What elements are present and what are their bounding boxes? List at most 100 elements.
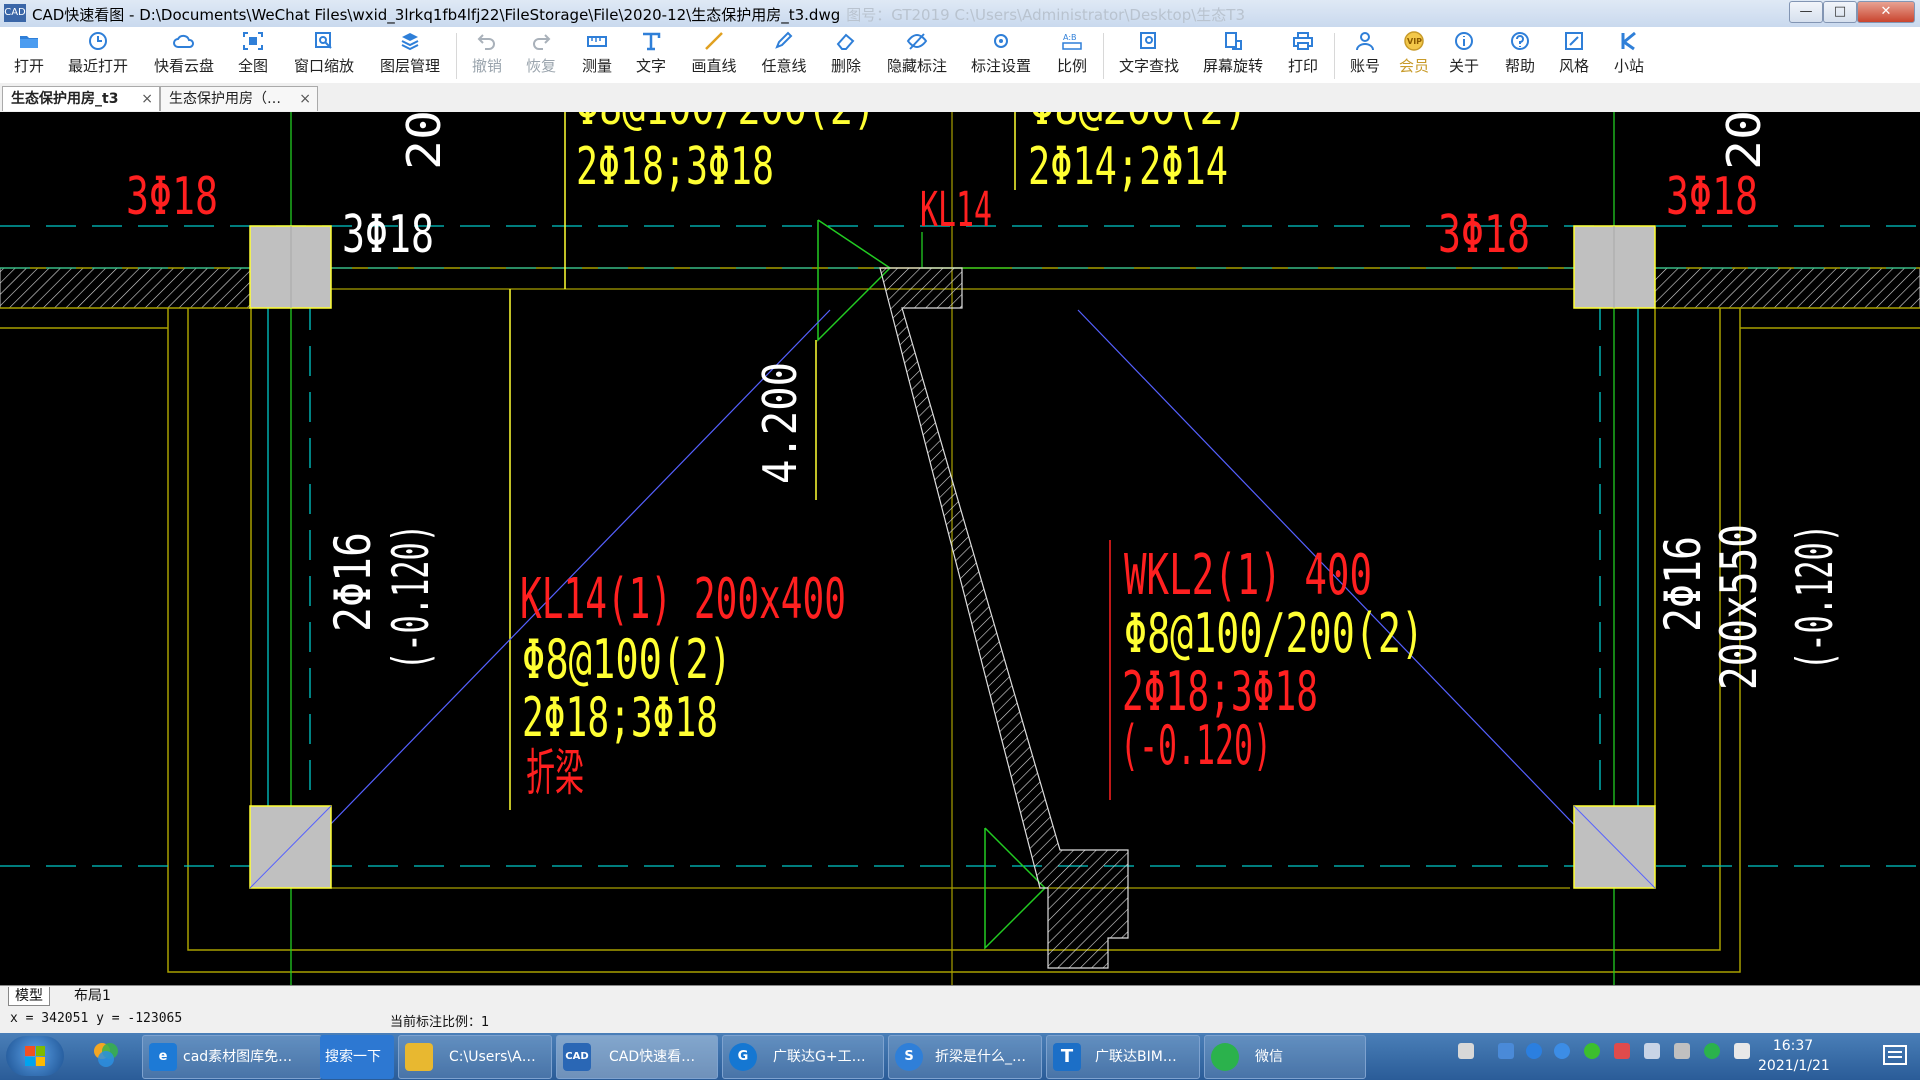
style-icon xyxy=(1565,32,1583,50)
annotation-kl14-name: KL14(1) 200x400 xyxy=(520,567,846,632)
help-icon xyxy=(1511,32,1529,50)
vip-icon: VIP xyxy=(1404,31,1424,51)
hatched-wall xyxy=(0,267,251,309)
tray-app-icon[interactable] xyxy=(1498,1043,1514,1059)
system-clock[interactable]: 16:37 2021/1/21 xyxy=(1758,1036,1830,1076)
window-title-faded: 图号：GT2019 C:\Users\Administrator\Desktop… xyxy=(846,6,1246,24)
doc-tab-label: 生态保护用房（… xyxy=(169,91,281,107)
notification-icon[interactable] xyxy=(1734,1043,1750,1059)
taskbar-glodon-button[interactable]: G 广联达G+工… xyxy=(722,1035,884,1079)
toolbar-find-text-button[interactable]: 文字查找 xyxy=(1117,31,1181,76)
svg-text:A:B: A:B xyxy=(1063,33,1077,42)
toolbar-help-button[interactable]: 帮助 xyxy=(1503,31,1537,76)
toolbar-print-button[interactable]: 打印 xyxy=(1286,31,1320,76)
annotation-top-left-dim: 200 xyxy=(397,112,451,170)
toolbar-recent-button[interactable]: 最近打开 xyxy=(66,31,130,76)
toolbar-undo-button[interactable]: 撤销 xyxy=(470,31,504,76)
undo-icon xyxy=(477,34,495,50)
toolbar-delete-button[interactable]: 删除 xyxy=(829,31,863,76)
toolbar-hide-dim-button[interactable]: 隐藏标注 xyxy=(885,31,949,76)
toolbar-label: 小站 xyxy=(1613,57,1644,75)
toolbar-site-button[interactable]: 小站 xyxy=(1612,31,1646,76)
taskbar-browser-button[interactable]: S 折梁是什么_… xyxy=(888,1035,1042,1079)
toolbar-label: 窗口缩放 xyxy=(293,57,354,75)
taskbar-button-label: 微信 xyxy=(1255,1049,1283,1065)
annotation-top-left-red: 3Φ18 xyxy=(126,167,218,227)
toolbar-label: 标注设置 xyxy=(970,57,1031,75)
minimize-button[interactable]: — xyxy=(1789,1,1823,23)
toolbar-line-button[interactable]: 画直线 xyxy=(689,31,739,76)
layers-icon xyxy=(401,33,419,51)
clock-time: 16:37 xyxy=(1772,1038,1814,1054)
toolbar-about-button[interactable]: 关于 xyxy=(1447,31,1481,76)
layout-tab-layout1[interactable]: 布局1 xyxy=(68,987,117,1005)
toolbar-text-button[interactable]: 文字 xyxy=(634,31,668,76)
close-button[interactable]: ✕ xyxy=(1857,1,1915,23)
annotation-left-bars: 2Φ16 xyxy=(324,532,382,632)
toolbar-measure-button[interactable]: 测量 xyxy=(580,31,614,76)
toolbar-scale-button[interactable]: A:B 比例 xyxy=(1055,31,1089,76)
toolbar-vip-button[interactable]: VIP 会员 xyxy=(1397,31,1431,76)
taskbar-button-label: 折梁是什么_… xyxy=(935,1049,1026,1065)
maximize-button[interactable]: □ xyxy=(1823,1,1857,23)
toolbar-label: 风格 xyxy=(1558,57,1589,75)
toolbar-account-button[interactable]: 账号 xyxy=(1348,31,1382,76)
toolbar-label: 撤销 xyxy=(471,57,502,75)
doc-tab-label: 生态保护用房_t3 xyxy=(11,91,119,107)
redo-icon xyxy=(533,34,551,50)
toolbar-label: 快看云盘 xyxy=(153,57,214,75)
keyboard-icon[interactable] xyxy=(1458,1043,1474,1059)
doc-tab-active[interactable]: 生态保护用房_t3 × xyxy=(2,86,160,111)
toolbar-zoom-window-button[interactable]: 窗口缩放 xyxy=(292,31,356,76)
toolbar-label: 账号 xyxy=(1349,57,1380,75)
toolbar-label: 屏幕旋转 xyxy=(1202,57,1263,75)
toolbar-cloud-button[interactable]: 快看云盘 xyxy=(152,31,216,76)
network-icon[interactable] xyxy=(1644,1043,1660,1059)
taskbar-explorer-button[interactable]: C:\Users\A… xyxy=(398,1035,552,1079)
clock-date: 2021/1/21 xyxy=(1758,1058,1830,1074)
tab-close-icon[interactable]: × xyxy=(299,87,311,111)
toolbar-fit-button[interactable]: 全图 xyxy=(236,31,270,76)
ruler-icon xyxy=(587,36,607,47)
doc-tab[interactable]: 生态保护用房（… × xyxy=(160,86,318,111)
taskbar-cad-button[interactable]: CAD CAD快速看… xyxy=(556,1035,718,1079)
windows-taskbar: e cad素材图库免… 搜索一下 C:\Users\A… CAD CAD快速看… G… xyxy=(0,1033,1920,1080)
annotation-right-size: 200x550 xyxy=(1710,524,1768,690)
annotation-top-right-red-2: 3Φ18 xyxy=(1666,167,1758,227)
tray-app-icon[interactable] xyxy=(1526,1043,1542,1059)
tray-app-icon[interactable] xyxy=(1674,1043,1690,1059)
taskbar-bim-button[interactable]: T 广联达BIM… xyxy=(1046,1035,1200,1079)
taskbar-search-button[interactable]: 搜索一下 xyxy=(320,1035,394,1079)
taskbar-button-label: 广联达G+工… xyxy=(773,1049,866,1065)
layout-tab-model[interactable]: 模型 xyxy=(8,987,50,1006)
taskbar-ie-button[interactable]: e cad素材图库免… xyxy=(142,1035,322,1079)
taskbar-button-label: C:\Users\A… xyxy=(449,1049,536,1065)
dimension-scale-status: 当前标注比例：1 xyxy=(390,1015,490,1030)
toolbar-label: 删除 xyxy=(830,57,861,75)
line-icon xyxy=(705,32,723,50)
tray-app-icon[interactable] xyxy=(1584,1043,1600,1059)
app-icon: CAD xyxy=(4,4,26,22)
toolbar-open-button[interactable]: 打开 xyxy=(12,31,46,76)
annotation-stirrup-left: Φ8@100/200(2) xyxy=(576,112,876,135)
toolbar-dim-settings-button[interactable]: 标注设置 xyxy=(969,31,1033,76)
tab-close-icon[interactable]: × xyxy=(141,87,153,111)
volume-muted-icon[interactable] xyxy=(1614,1043,1630,1059)
toolbar-rotate-button[interactable]: 屏幕旋转 xyxy=(1201,31,1265,76)
tray-app-icon[interactable] xyxy=(1554,1043,1570,1059)
wechat-tray-icon[interactable] xyxy=(1704,1043,1720,1059)
toolbar-freeline-button[interactable]: 任意线 xyxy=(759,31,809,76)
toolbar-redo-button[interactable]: 恢复 xyxy=(524,31,558,76)
pinned-app-button[interactable] xyxy=(82,1035,132,1077)
eraser-icon xyxy=(836,33,855,50)
drawing-canvas[interactable]: 3Φ18 3Φ18 200 Φ8@100/200(2) 2Φ18;3Φ18 KL… xyxy=(0,112,1920,985)
action-center-icon[interactable] xyxy=(1878,1039,1912,1073)
taskbar-wechat-button[interactable]: 微信 xyxy=(1204,1035,1366,1079)
toolbar-style-button[interactable]: 风格 xyxy=(1557,31,1591,76)
folded-beam-section xyxy=(879,267,1129,969)
annotation-kl14-bars: 2Φ18;3Φ18 xyxy=(522,686,718,749)
cad-drawing: 3Φ18 3Φ18 200 Φ8@100/200(2) 2Φ18;3Φ18 KL… xyxy=(0,112,1920,985)
start-button[interactable] xyxy=(6,1036,64,1076)
toolbar-layers-button[interactable]: 图层管理 xyxy=(378,31,442,76)
toolbar-label: 打印 xyxy=(1287,57,1318,75)
